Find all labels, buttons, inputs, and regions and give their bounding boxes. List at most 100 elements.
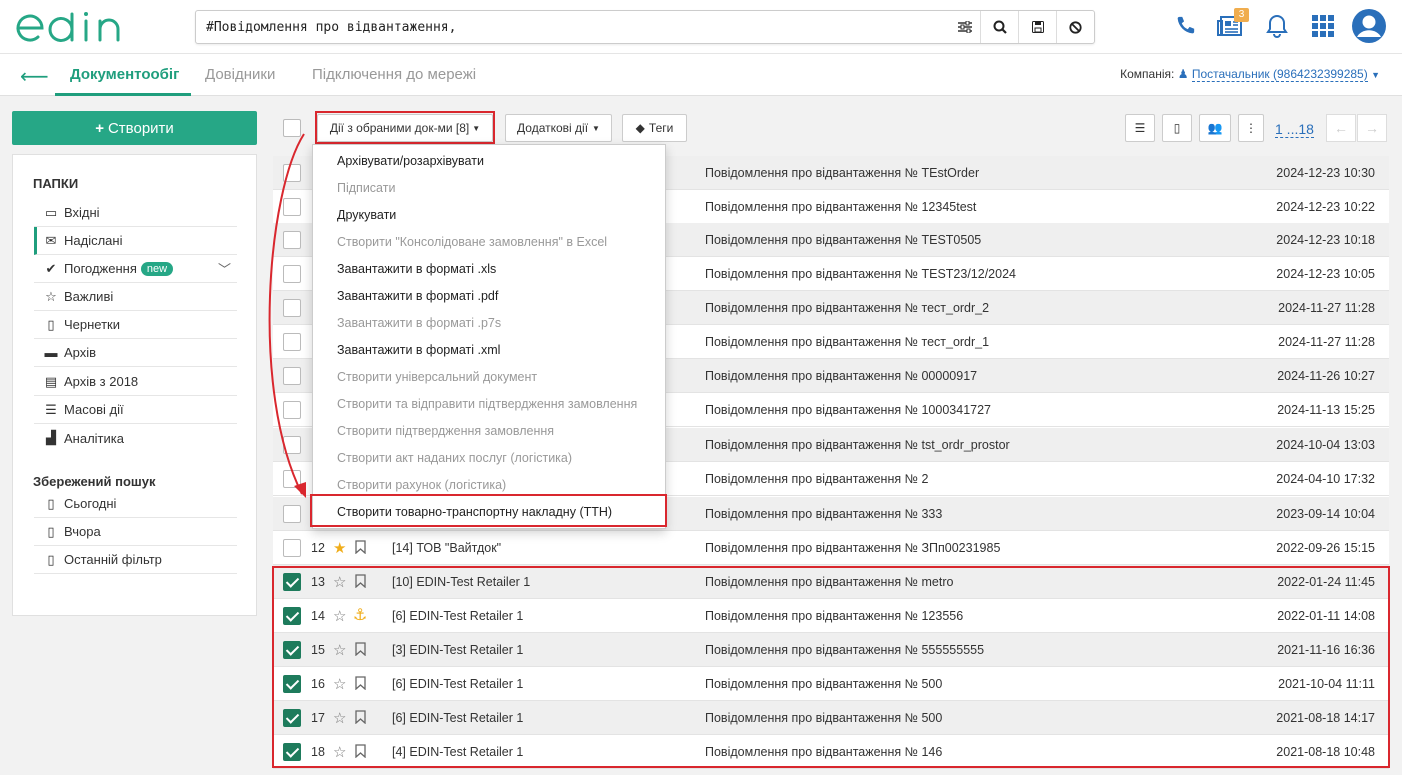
list-view-button[interactable]: ☰ bbox=[1125, 114, 1155, 142]
table-row[interactable]: 12 ★ [14] ТОВ "Вайтдок" Повідомлення про ві… bbox=[273, 531, 1389, 565]
sidebar-item-archive-2018[interactable]: ▤ Архів з 2018 bbox=[34, 368, 237, 396]
document-view-button[interactable]: ▯ bbox=[1162, 114, 1192, 142]
row-subject[interactable]: Повідомлення про відвантаження № тест_or… bbox=[705, 335, 989, 349]
search-button[interactable] bbox=[980, 11, 1018, 43]
sidebar-item-mass-actions[interactable]: ☰ Масові дії bbox=[34, 396, 237, 424]
tab-documents[interactable]: Документообіг bbox=[70, 66, 179, 83]
row-checkbox[interactable] bbox=[283, 641, 301, 659]
row-checkbox[interactable] bbox=[283, 539, 301, 557]
table-row[interactable]: 16 ☆ [6] EDIN-Test Retailer 1 Повідомлення … bbox=[273, 667, 1389, 701]
user-icon: ♟ bbox=[1177, 67, 1189, 81]
bookmark-icon[interactable] bbox=[355, 642, 366, 656]
pagination-range[interactable]: 1 ...18 bbox=[1275, 121, 1314, 138]
sidebar-item-sent[interactable]: ✉ Надіслані bbox=[34, 227, 237, 255]
sidebar-item-analytics[interactable]: ▟ Аналітика bbox=[34, 424, 237, 452]
prev-page-button[interactable]: ← bbox=[1326, 114, 1356, 142]
menu-item[interactable]: Завантажити в форматі .xls bbox=[337, 262, 496, 276]
phone-icon[interactable] bbox=[1168, 9, 1202, 43]
table-row[interactable]: 18 ☆ [4] EDIN-Test Retailer 1 Повідомлення … bbox=[273, 735, 1389, 769]
row-subject[interactable]: Повідомлення про відвантаження № 0000091… bbox=[705, 369, 977, 383]
row-subject[interactable]: Повідомлення про відвантаження № 1000341… bbox=[705, 403, 991, 417]
row-sender: [6] EDIN-Test Retailer 1 bbox=[392, 609, 524, 623]
star-icon[interactable]: ☆ bbox=[333, 573, 346, 591]
sidebar-item-drafts[interactable]: ▯ Чернетки bbox=[34, 311, 237, 339]
menu-item[interactable]: Завантажити в форматі .xml bbox=[337, 343, 500, 357]
caret-down-icon: ▼ bbox=[592, 123, 600, 133]
row-checkbox[interactable] bbox=[283, 675, 301, 693]
star-icon[interactable]: ☆ bbox=[333, 641, 346, 659]
row-subject[interactable]: Повідомлення про відвантаження № 146 bbox=[705, 745, 942, 759]
chevron-down-icon[interactable]: ﹀ bbox=[218, 259, 231, 278]
apps-grid-icon[interactable] bbox=[1306, 9, 1340, 43]
row-subject[interactable]: Повідомлення про відвантаження № 333 bbox=[705, 507, 942, 521]
sidebar-item-important[interactable]: ☆ Важливі bbox=[34, 283, 237, 311]
table-row[interactable]: 15 ☆ [3] EDIN-Test Retailer 1 Повідомлення … bbox=[273, 633, 1389, 667]
row-checkbox[interactable] bbox=[283, 607, 301, 625]
row-checkbox[interactable] bbox=[283, 573, 301, 591]
sidebar-item-inbox[interactable]: ▭ Вхідні bbox=[34, 199, 237, 227]
bookmark-icon[interactable] bbox=[355, 676, 366, 690]
row-subject[interactable]: Повідомлення про відвантаження № TEstOrd… bbox=[705, 166, 979, 180]
saved-search-yesterday[interactable]: ▯ Вчора bbox=[34, 518, 237, 546]
search-input[interactable] bbox=[206, 11, 946, 43]
save-search-button[interactable] bbox=[1018, 11, 1056, 43]
sidebar-item-archive[interactable]: ▬ Архів bbox=[34, 339, 237, 367]
company-selector[interactable]: Компанія: ♟ Постачальник (9864232399285)… bbox=[1120, 67, 1380, 82]
star-icon[interactable]: ☆ bbox=[333, 709, 346, 727]
back-arrow-icon[interactable]: ⟵ bbox=[20, 64, 49, 89]
row-checkbox[interactable] bbox=[283, 709, 301, 727]
row-subject[interactable]: Повідомлення про відвантаження № ЗПп0023… bbox=[705, 541, 1000, 555]
table-row[interactable]: 17 ☆ [6] EDIN-Test Retailer 1 Повідомлення … bbox=[273, 701, 1389, 735]
row-date: 2024-11-26 10:27 bbox=[1277, 369, 1375, 383]
row-subject[interactable]: Повідомлення про відвантаження № тест_or… bbox=[705, 301, 989, 315]
row-subject[interactable]: Повідомлення про відвантаження № TEST23/… bbox=[705, 267, 1016, 281]
star-outline-icon: ☆ bbox=[45, 288, 57, 304]
row-subject[interactable]: Повідомлення про відвантаження № TEST050… bbox=[705, 233, 981, 247]
menu-item[interactable]: Завантажити в форматі .pdf bbox=[337, 289, 498, 303]
saved-search-label: Останній фільтр bbox=[64, 552, 162, 567]
group-view-button[interactable]: 👥 bbox=[1199, 114, 1231, 142]
row-subject[interactable]: Повідомлення про відвантаження № 2 bbox=[705, 472, 928, 486]
tags-button[interactable]: ◆ Теги bbox=[622, 114, 687, 142]
menu-item[interactable]: Архівувати/розархівувати bbox=[337, 154, 484, 168]
extra-actions-button[interactable]: Додаткові дії ▼ bbox=[505, 114, 612, 142]
sidebar-item-approval[interactable]: ✔ Погодження new ﹀ bbox=[34, 255, 237, 283]
bookmark-icon[interactable] bbox=[355, 574, 366, 588]
bookmark-icon[interactable] bbox=[355, 744, 366, 758]
filter-settings-button[interactable] bbox=[946, 11, 984, 43]
table-row[interactable]: 14 ☆ ⚓ [6] EDIN-Test Retailer 1 Повідомлення… bbox=[273, 599, 1389, 633]
company-value[interactable]: Постачальник (9864232399285) bbox=[1191, 67, 1368, 82]
star-icon[interactable]: ☆ bbox=[333, 743, 346, 761]
row-number: 12 bbox=[311, 541, 325, 555]
row-subject[interactable]: Повідомлення про відвантаження № metro bbox=[705, 575, 953, 589]
menu-item[interactable]: Друкувати bbox=[337, 208, 396, 222]
row-subject[interactable]: Повідомлення про відвантаження № 123556 bbox=[705, 609, 963, 623]
row-checkbox[interactable] bbox=[283, 743, 301, 761]
tab-network-connection[interactable]: Підключення до мережі bbox=[312, 66, 476, 83]
bookmark-icon[interactable] bbox=[355, 540, 366, 554]
row-subject[interactable]: Повідомлення про відвантаження № tst_ord… bbox=[705, 438, 1010, 452]
row-subject[interactable]: Повідомлення про відвантаження № 500 bbox=[705, 677, 942, 691]
bookmark-icon[interactable] bbox=[355, 710, 366, 724]
edin-logo[interactable] bbox=[14, 8, 134, 48]
search-bar bbox=[195, 10, 1095, 44]
star-icon[interactable]: ☆ bbox=[333, 607, 346, 625]
bell-icon[interactable] bbox=[1260, 9, 1294, 43]
saved-search-last-filter[interactable]: ▯ Останній фільтр bbox=[34, 546, 237, 574]
tab-directories[interactable]: Довідники bbox=[205, 66, 275, 83]
row-subject[interactable]: Повідомлення про відвантаження № 5555555… bbox=[705, 643, 984, 657]
row-subject[interactable]: Повідомлення про відвантаження № 12345te… bbox=[705, 200, 976, 214]
more-options-button[interactable]: ⋮ bbox=[1238, 114, 1264, 142]
row-date: 2024-12-23 10:05 bbox=[1276, 267, 1375, 281]
star-icon[interactable]: ★ bbox=[333, 539, 346, 557]
menu-item[interactable]: Створити товарно-транспортну накладну (Т… bbox=[337, 505, 612, 519]
table-row[interactable]: 13 ☆ [10] EDIN-Test Retailer 1 Повідомлення… bbox=[273, 565, 1389, 599]
create-button[interactable]: + Створити bbox=[12, 111, 257, 145]
bulk-actions-button[interactable]: Дії з обраними док-ми [8] ▼ bbox=[317, 114, 493, 142]
row-subject[interactable]: Повідомлення про відвантаження № 500 bbox=[705, 711, 942, 725]
clear-search-button[interactable] bbox=[1056, 11, 1094, 43]
star-icon[interactable]: ☆ bbox=[333, 675, 346, 693]
user-avatar[interactable] bbox=[1351, 8, 1387, 44]
next-page-button[interactable]: → bbox=[1357, 114, 1387, 142]
saved-search-today[interactable]: ▯ Сьогодні bbox=[34, 490, 237, 518]
